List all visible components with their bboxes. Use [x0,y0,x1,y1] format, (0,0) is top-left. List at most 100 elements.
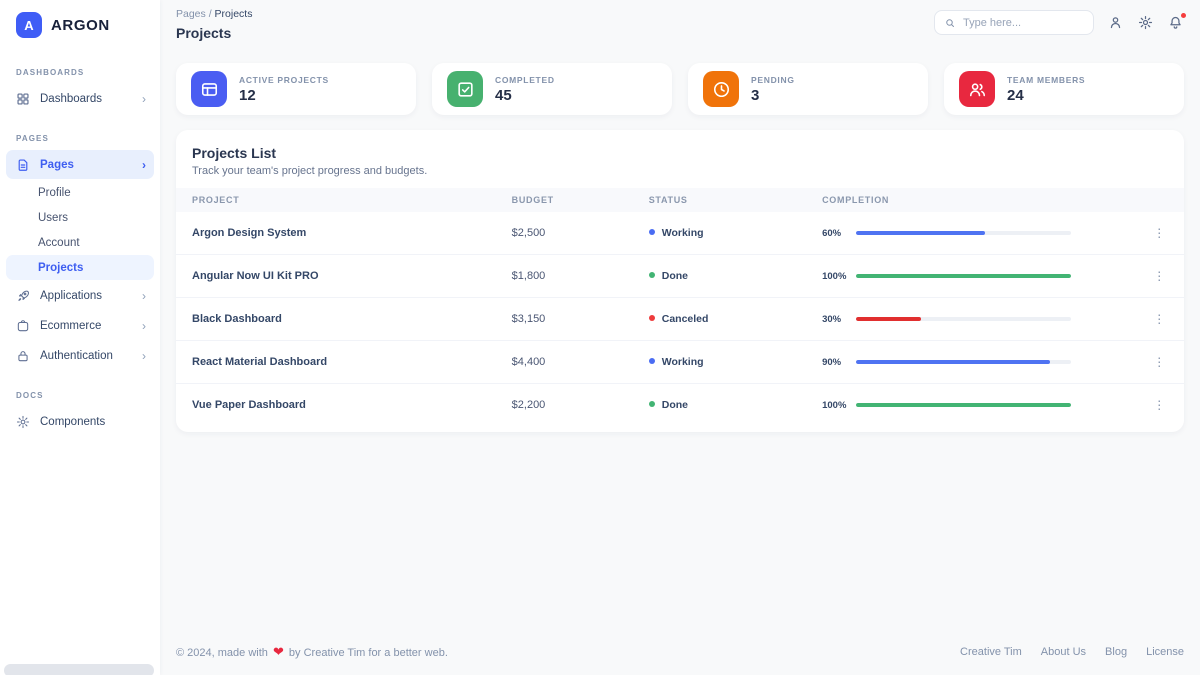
project-status: Done [649,384,822,427]
project-name: Angular Now UI Kit PRO [176,255,512,298]
progress-track [856,360,1071,364]
sidebar-item-applications[interactable]: Applications › [6,281,154,310]
column-header-completion: COMPLETION [822,188,1134,212]
brand-name: ARGON [51,17,110,34]
kebab-menu-icon[interactable]: ⋮ [1147,356,1171,368]
section-label-docs: DOCS [0,371,160,406]
card-subtitle: Track your team's project progress and b… [192,165,1168,177]
project-budget: $3,150 [512,298,649,341]
card-head: Projects List Track your team's project … [176,130,1184,188]
column-header-status: STATUS [649,188,822,212]
sidebar-item-label: Applications [40,290,102,302]
progress-fill [856,274,1071,278]
section-label-pages: PAGES [0,114,160,149]
brand[interactable]: A ARGON [0,0,160,48]
sidebar-item-dashboards[interactable]: Dashboards › [6,84,154,113]
sidebar-item-label: Components [40,416,105,428]
column-header-actions [1135,188,1184,212]
breadcrumb-separator: / [209,8,212,20]
chevron-right-icon: › [142,320,146,332]
project-name: React Material Dashboard [176,341,512,384]
search-input[interactable] [963,17,1084,29]
sidebar-subitem-profile[interactable]: Profile [6,180,154,205]
project-completion: 90% [822,341,1134,384]
rocket-icon [16,289,30,303]
copyright-suffix: by Creative Tim for a better web. [289,647,448,659]
chevron-down-icon: › [142,159,146,171]
progress-track [856,231,1071,235]
stat-value: 12 [239,87,329,104]
stat-label: PENDING [751,75,795,85]
chevron-right-icon: › [142,93,146,105]
subitem-label: Profile [38,187,71,199]
row-actions: ⋮ [1135,341,1184,384]
copyright: © 2024, made with ❤ by Creative Tim for … [176,644,448,660]
heart-icon: ❤ [273,644,284,659]
projects-table: PROJECT BUDGET STATUS COMPLETION Argon D… [176,188,1184,426]
footer-link-license[interactable]: License [1146,646,1184,658]
status-label: Working [662,356,704,368]
project-completion: 100% [822,255,1134,298]
progress-track [856,274,1071,278]
footer-link-about-us[interactable]: About Us [1041,646,1086,658]
footer-link-blog[interactable]: Blog [1105,646,1127,658]
progress-fill [856,317,921,321]
sidebar-subitem-account[interactable]: Account [6,230,154,255]
section-label-dashboards: DASHBOARDS [0,48,160,83]
footer: © 2024, made with ❤ by Creative Tim for … [176,644,1184,675]
sidebar-item-authentication[interactable]: Authentication › [6,341,154,370]
kebab-menu-icon[interactable]: ⋮ [1147,399,1171,411]
topbar-left: Pages / Projects Projects [176,8,252,41]
sidebar-item-label: Pages [40,159,74,171]
project-name: Argon Design System [176,212,512,255]
app-root: A ARGON DASHBOARDS Dashboards › PAGES Pa… [0,0,1200,675]
stat-label: ACTIVE PROJECTS [239,75,329,85]
stat-value: 3 [751,87,795,104]
column-header-project: PROJECT [176,188,512,212]
project-budget: $1,800 [512,255,649,298]
progress-fill [856,403,1071,407]
check-square-icon [447,71,483,107]
notification-bell-icon[interactable] [1168,15,1184,31]
status-label: Working [662,227,704,239]
breadcrumb-current: Projects [215,8,253,20]
sidebar-item-pages[interactable]: Pages › [6,150,154,179]
project-status: Done [649,255,822,298]
stat-text: PENDING 3 [751,75,795,104]
footer-link-creative-tim[interactable]: Creative Tim [960,646,1022,658]
progress-fill [856,360,1050,364]
kebab-menu-icon[interactable]: ⋮ [1147,227,1171,239]
footer-links: Creative Tim About Us Blog License [960,646,1184,658]
sidebar-item-components[interactable]: Components [6,407,154,436]
stat-text: TEAM MEMBERS 24 [1007,75,1085,104]
stat-text: COMPLETED 45 [495,75,555,104]
grid-icon [16,92,30,106]
progress-track [856,317,1071,321]
user-icon[interactable] [1108,15,1124,31]
table-row: React Material Dashboard $4,400 Working … [176,341,1184,384]
breadcrumb: Pages / Projects [176,8,252,20]
horizontal-scrollbar-thumb[interactable] [4,664,154,675]
status-dot [649,401,655,407]
page-title: Projects [176,25,252,41]
breadcrumb-root[interactable]: Pages [176,8,206,20]
subitem-label: Account [38,237,80,249]
project-completion: 60% [822,212,1134,255]
sidebar-item-ecommerce[interactable]: Ecommerce › [6,311,154,340]
notification-dot [1181,13,1186,18]
stat-card-team-members: TEAM MEMBERS 24 [944,63,1184,115]
stat-label: COMPLETED [495,75,555,85]
document-icon [16,158,30,172]
kebab-menu-icon[interactable]: ⋮ [1147,313,1171,325]
status-dot [649,272,655,278]
sidebar-item-label: Ecommerce [40,320,101,332]
copyright-prefix: © 2024, made with [176,647,268,659]
stat-card-pending: PENDING 3 [688,63,928,115]
kebab-menu-icon[interactable]: ⋮ [1147,270,1171,282]
sidebar-subitem-users[interactable]: Users [6,205,154,230]
sidebar-subitem-projects[interactable]: Projects [6,255,154,280]
project-status: Canceled [649,298,822,341]
settings-gear-icon[interactable] [1138,15,1154,31]
main-content: Pages / Projects Projects [160,0,1200,675]
sidebar-item-label: Dashboards [40,93,102,105]
